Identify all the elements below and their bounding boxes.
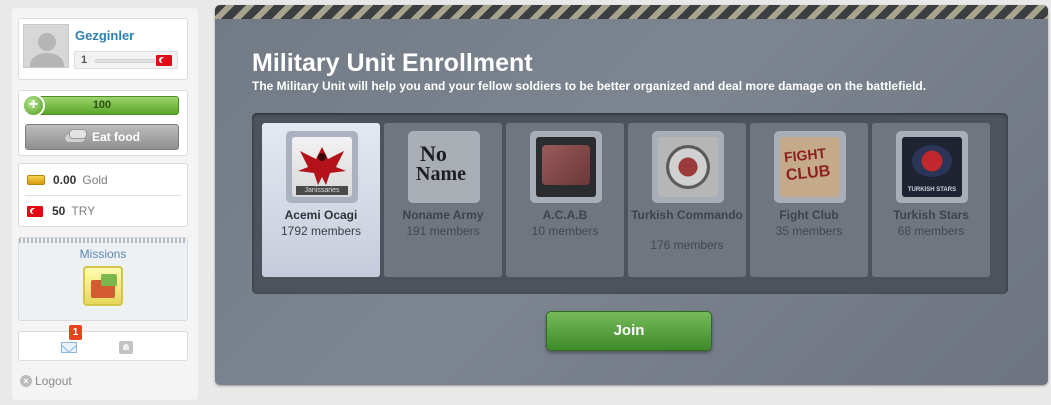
fight-club-emblem-icon: FIGHT CLUB — [780, 137, 840, 197]
gold-amount: 0.00 — [53, 173, 77, 187]
unit-name: A.C.A.B — [542, 208, 588, 222]
gold-bar-icon — [27, 175, 45, 185]
military-unit-enrollment-panel: Military Unit Enrollment The Military Un… — [215, 5, 1048, 385]
unit-members: 176 members — [650, 238, 724, 252]
turkish-stars-emblem-icon: TURKISH STARS — [902, 137, 962, 197]
brick-icon — [542, 145, 590, 185]
unit-card-noname-army[interactable]: No Name Noname Army 191 members — [384, 123, 502, 277]
gold-label: Gold — [82, 173, 108, 187]
unit-logo: No Name — [408, 131, 480, 203]
eat-food-label: Eat food — [92, 130, 140, 144]
mail-icon[interactable] — [61, 342, 77, 353]
experience-bar — [95, 59, 155, 63]
avatar[interactable] — [23, 24, 69, 68]
units-list: Janissaries Acemi Ocagi 1792 members No … — [252, 113, 1008, 294]
unit-card-acab[interactable]: A.C.A.B 10 members — [506, 123, 624, 277]
commando-emblem-icon — [658, 137, 718, 197]
health-bar: + 100 — [22, 94, 179, 117]
messages-badge: 1 — [69, 325, 82, 340]
missions-icon[interactable] — [83, 266, 123, 306]
unit-members: 35 members — [775, 224, 843, 238]
mission-box-lid-icon — [101, 274, 117, 286]
try-label: TRY — [71, 204, 96, 218]
commando-badge-icon — [666, 145, 710, 189]
unit-members: 10 members — [531, 224, 599, 238]
unit-name: Turkish Commando — [631, 208, 743, 222]
level-box: 1 — [74, 51, 178, 69]
try-amount: 50 — [52, 204, 66, 218]
unit-name: Fight Club — [779, 208, 839, 222]
avatar-body-icon — [30, 53, 64, 67]
level-number: 1 — [81, 54, 88, 66]
unit-name: Noname Army — [402, 208, 484, 222]
try-row: 50 TRY — [27, 199, 95, 223]
page-title: Military Unit Enrollment — [252, 49, 533, 77]
currency-panel: 0.00 Gold 50 TRY — [18, 163, 188, 227]
unit-card-fight-club[interactable]: FIGHT CLUB Fight Club 35 members — [750, 123, 868, 277]
notifications-panel: 1 — [18, 325, 188, 361]
missions-title[interactable]: Missions — [19, 247, 187, 261]
username-link[interactable]: Gezginler — [75, 28, 134, 43]
unit-name: Acemi Ocagi — [284, 208, 358, 222]
turkey-flag-icon — [156, 55, 172, 66]
health-value: 100 — [92, 99, 112, 111]
logout-label: Logout — [35, 374, 72, 388]
eagle-emblem-icon: Janissaries — [292, 137, 352, 197]
profile-panel: Gezginler 1 — [18, 18, 188, 80]
eat-food-button[interactable]: Eat food — [25, 124, 179, 150]
bread-icon — [64, 128, 87, 143]
unit-members: 1792 members — [280, 224, 362, 238]
notebook-spiral — [19, 238, 187, 243]
turkey-flag-icon — [27, 205, 43, 217]
page-subtitle: The Military Unit will help you and your… — [252, 79, 927, 93]
unit-logo — [530, 131, 602, 203]
health-panel: + 100 Eat food — [18, 90, 188, 156]
unit-members: 68 members — [897, 224, 965, 238]
unit-card-acemi-ocagi[interactable]: Janissaries Acemi Ocagi 1792 members — [262, 123, 380, 277]
alerts-icon[interactable] — [119, 341, 133, 354]
unit-logo: FIGHT CLUB — [774, 131, 846, 203]
gold-row: 0.00 Gold — [27, 168, 108, 192]
unit-logo — [652, 131, 724, 203]
unit-logo: TURKISH STARS — [896, 131, 968, 203]
avatar-head-icon — [38, 33, 56, 51]
join-button[interactable]: Join — [546, 311, 712, 351]
noname-emblem-line2: Name — [416, 163, 466, 185]
acab-emblem-icon — [536, 137, 596, 197]
noname-emblem-icon: No Name — [414, 137, 474, 197]
divider — [25, 195, 181, 196]
unit-card-turkish-commando[interactable]: Turkish Commando 176 members — [628, 123, 746, 277]
unit-logo: Janissaries — [286, 131, 358, 203]
fight-club-emblem-line2: CLUB — [785, 162, 832, 185]
sidebar: Gezginler 1 + 100 Eat food 0.00 Gold 50 … — [12, 8, 198, 400]
logout-link[interactable]: × Logout — [20, 374, 72, 388]
stars-crescent-icon — [912, 145, 952, 177]
unit-card-turkish-stars[interactable]: TURKISH STARS Turkish Stars 68 members — [872, 123, 990, 277]
stars-emblem-text: TURKISH STARS — [907, 187, 957, 193]
missions-panel: Missions — [18, 237, 188, 321]
unit-name: Turkish Stars — [893, 208, 969, 222]
close-circle-icon: × — [20, 375, 32, 387]
unit-members: 191 members — [406, 224, 480, 238]
fight-club-emblem-line1: FIGHT — [783, 144, 827, 166]
emblem-banner: Janissaries — [296, 186, 348, 195]
